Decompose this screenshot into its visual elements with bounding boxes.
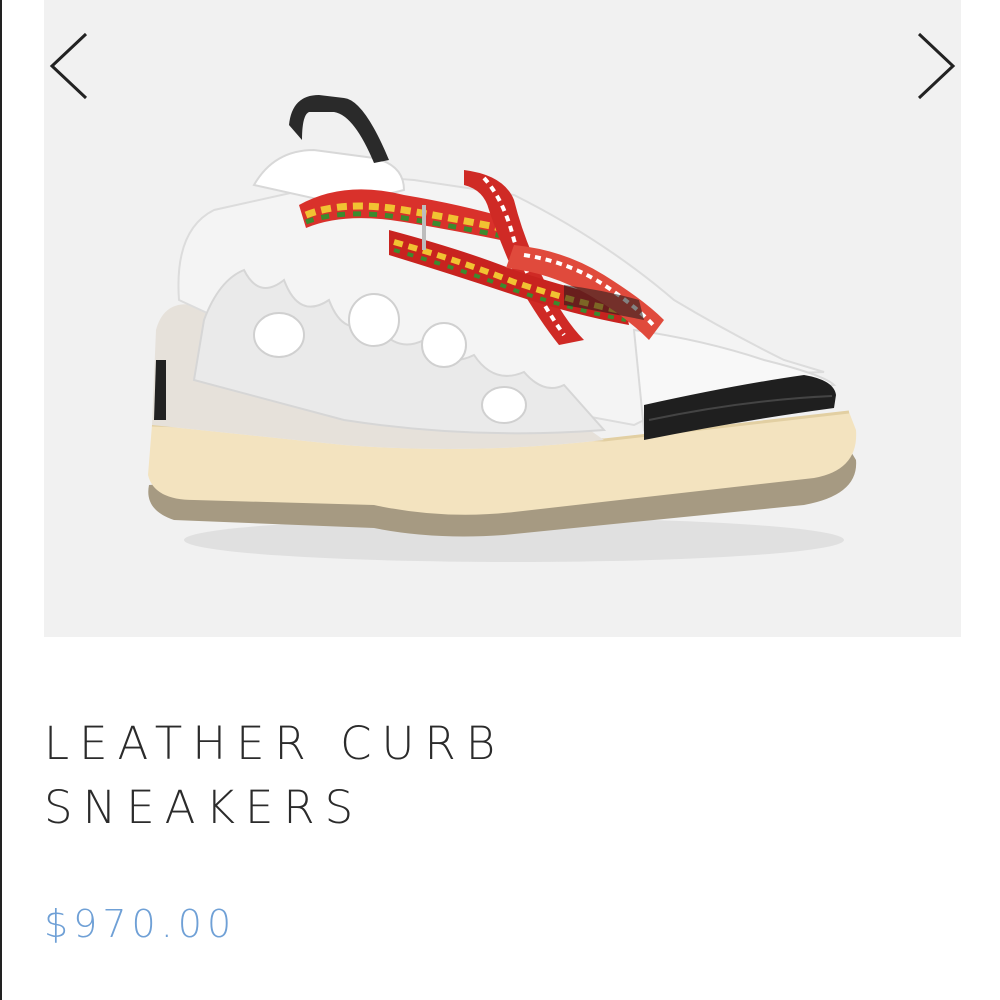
next-image-button[interactable]	[913, 30, 961, 102]
product-price: $970.00	[44, 902, 237, 946]
product-image	[148, 95, 857, 562]
chevron-left-icon	[49, 32, 88, 100]
product-title-line-1: LEATHER CURB	[44, 717, 506, 770]
product-image-carousel[interactable]	[44, 0, 961, 637]
chevron-right-icon	[917, 32, 956, 100]
previous-image-button[interactable]	[44, 30, 92, 102]
product-title: LEATHER CURB SNEAKERS	[44, 712, 944, 840]
product-page: LEATHER CURB SNEAKERS $970.00	[0, 0, 1000, 1000]
product-title-line-2: SNEAKERS	[44, 781, 364, 834]
